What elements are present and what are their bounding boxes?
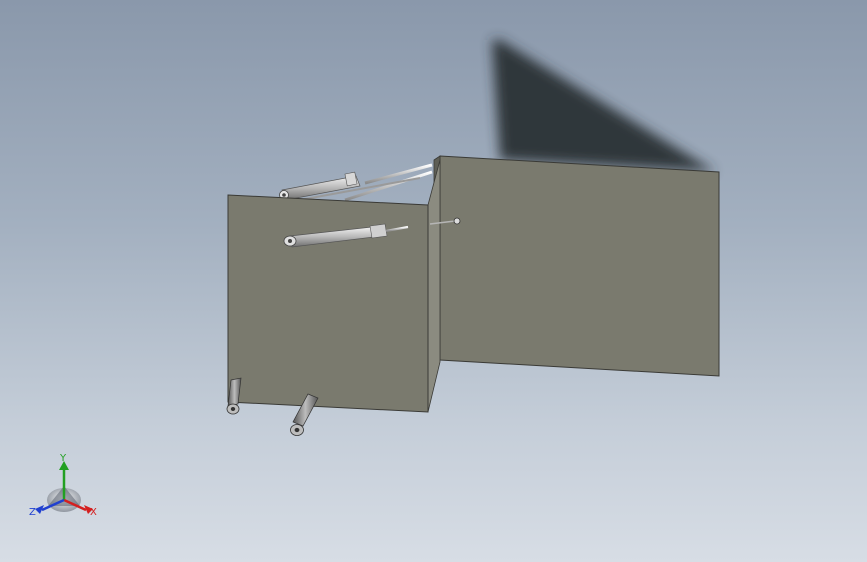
z-axis-label: Z (29, 507, 36, 518)
upper-gas-spring[interactable] (279, 163, 433, 202)
pivot-pin (453, 217, 461, 225)
x-axis-label: X (90, 507, 97, 518)
model-shadow (492, 40, 716, 172)
orientation-triad[interactable]: Y X Z (29, 453, 97, 518)
left-panel[interactable] (227, 194, 429, 413)
right-panel[interactable] (433, 155, 720, 377)
3d-viewport[interactable]: Y X Z (0, 0, 867, 562)
fold-edge (427, 159, 441, 413)
y-axis-label: Y (59, 453, 67, 464)
